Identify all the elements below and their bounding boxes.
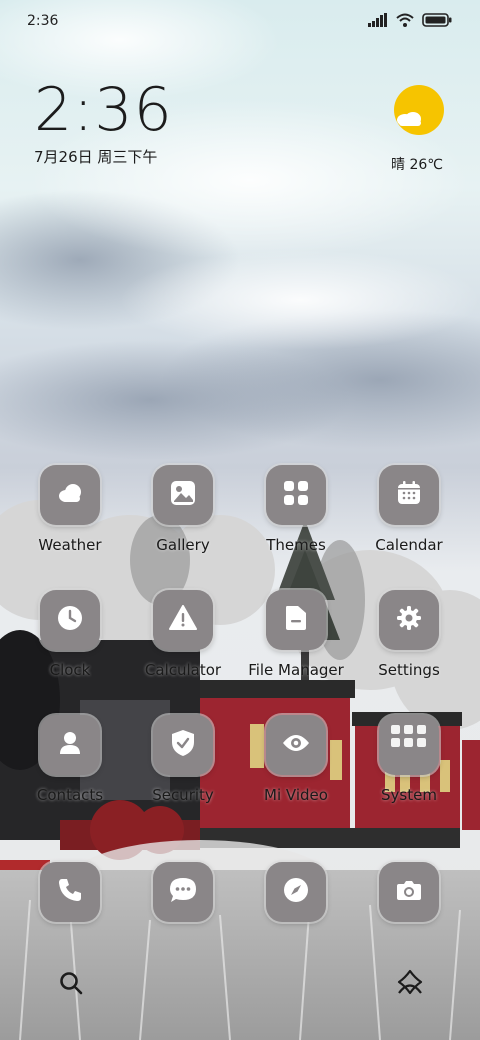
app-label: Clock	[49, 661, 91, 679]
app-label: Calculator	[144, 661, 222, 679]
app-contacts-tile	[40, 715, 100, 775]
app-gallery-tile	[153, 465, 213, 525]
folder-icon	[284, 605, 308, 635]
app-label: Calendar	[375, 536, 443, 554]
app-weather-tile	[40, 465, 100, 525]
app-mi-video-tile	[266, 715, 326, 775]
app-security[interactable]: Security	[128, 715, 238, 815]
signal-icon	[368, 12, 388, 31]
app-label: Gallery	[156, 536, 210, 554]
phone-icon	[57, 877, 83, 907]
dock-messages-tile	[153, 862, 213, 922]
app-label: Weather	[38, 536, 102, 554]
app-clock[interactable]: Clock	[15, 590, 125, 690]
app-calendar-tile	[379, 465, 439, 525]
message-icon	[169, 877, 197, 907]
status-time: 2:36	[27, 13, 59, 29]
search-icon[interactable]	[58, 970, 84, 1000]
status-icons	[368, 12, 452, 31]
wifi-icon	[396, 12, 414, 31]
grid-icon	[283, 480, 309, 510]
battery-icon	[422, 12, 452, 31]
app-label: File Manager	[248, 661, 344, 679]
compass-icon	[283, 877, 309, 907]
dock-phone-tile	[40, 862, 100, 922]
app-system-folder[interactable]: System	[354, 715, 464, 815]
dock-browser-tile	[266, 862, 326, 922]
app-file-manager[interactable]: File Manager	[241, 590, 351, 690]
sun-cloud-icon	[389, 85, 445, 144]
clock-widget[interactable]: 2:36 7月26日 周三下午	[34, 80, 173, 167]
cloud-icon	[56, 483, 84, 507]
dock-camera-tile	[379, 862, 439, 922]
app-themes[interactable]: Themes	[241, 465, 351, 565]
clock-icon	[57, 605, 83, 635]
camera-icon	[396, 879, 422, 905]
calendar-icon	[397, 481, 421, 509]
app-settings[interactable]: Settings	[354, 590, 464, 690]
clock-time: 2:36	[34, 75, 173, 145]
app-label: System	[381, 786, 437, 804]
dock-camera[interactable]	[354, 862, 464, 962]
app-settings-tile	[379, 590, 439, 650]
app-label: Settings	[378, 661, 440, 679]
dock-browser[interactable]	[241, 862, 351, 962]
app-calendar[interactable]: Calendar	[354, 465, 464, 565]
app-label: Themes	[266, 536, 326, 554]
shield-icon	[171, 729, 195, 761]
app-calculator[interactable]: Calculator	[128, 590, 238, 690]
app-calculator-tile	[153, 590, 213, 650]
app-file-manager-tile	[266, 590, 326, 650]
app-contacts[interactable]: Contacts	[15, 715, 125, 815]
app-themes-tile	[266, 465, 326, 525]
app-clock-tile	[40, 590, 100, 650]
gear-icon	[396, 605, 422, 635]
app-weather[interactable]: Weather	[15, 465, 125, 565]
image-icon	[170, 480, 196, 510]
assistant-icon[interactable]	[396, 968, 424, 1000]
app-system-folder-tile	[379, 715, 439, 775]
warning-icon	[169, 605, 197, 635]
status-bar: 2:36	[0, 0, 480, 44]
dock-messages[interactable]	[128, 862, 238, 962]
person-icon	[58, 730, 82, 760]
weather-text: 晴 26℃	[391, 157, 443, 173]
app-label: Contacts	[36, 786, 104, 804]
app-security-tile	[153, 715, 213, 775]
app-label: Mi Video	[264, 786, 328, 804]
dock-phone[interactable]	[15, 862, 125, 962]
app-mi-video[interactable]: Mi Video	[241, 715, 351, 815]
app-label: Security	[152, 786, 214, 804]
clock-date: 7月26日 周三下午	[34, 148, 158, 166]
eye-icon	[282, 733, 310, 757]
weather-widget[interactable]: 晴 26℃	[380, 84, 454, 174]
app-gallery[interactable]: Gallery	[128, 465, 238, 565]
folder-grid-icon	[387, 721, 431, 769]
